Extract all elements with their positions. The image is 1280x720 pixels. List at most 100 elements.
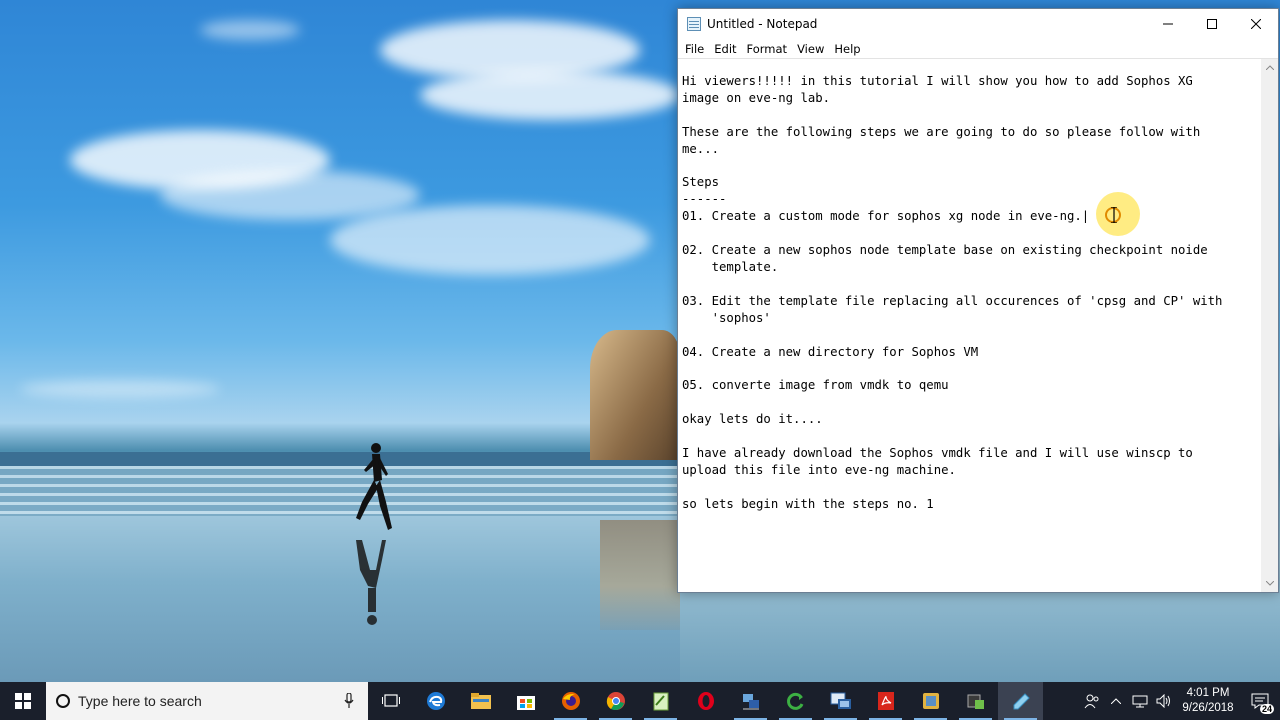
people-icon	[1084, 694, 1099, 709]
refresh-tool-button[interactable]	[773, 682, 818, 720]
notepad-app-icon[interactable]	[687, 17, 701, 31]
menu-file[interactable]: File	[680, 42, 709, 56]
text-line[interactable]: 04. Create a new directory for Sophos VM	[682, 344, 1258, 361]
microphone-icon[interactable]	[344, 693, 354, 709]
firefox-button[interactable]	[548, 682, 593, 720]
app-button[interactable]	[908, 682, 953, 720]
scroll-up-button[interactable]	[1261, 59, 1278, 76]
notepad-button[interactable]	[998, 682, 1043, 720]
system-tray: 4:01 PM 9/26/2018 24	[1080, 682, 1280, 720]
text-line[interactable]	[682, 327, 1258, 344]
scroll-up-icon	[1265, 65, 1274, 70]
text-line[interactable]	[682, 276, 1258, 293]
menu-format[interactable]: Format	[742, 42, 793, 56]
menu-view[interactable]: View	[792, 42, 829, 56]
network-tool-button[interactable]	[728, 682, 773, 720]
network-icon	[1132, 695, 1148, 708]
text-line[interactable]: 05. converte image from vmdk to qemu	[682, 377, 1258, 394]
title-bar[interactable]: Untitled - Notepad	[678, 9, 1278, 39]
network-tool-icon	[742, 694, 759, 710]
text-line[interactable]	[682, 479, 1258, 496]
close-icon	[1251, 19, 1261, 29]
text-line[interactable]: Steps	[682, 174, 1258, 191]
text-line[interactable]	[682, 360, 1258, 377]
scroll-down-button[interactable]	[1261, 575, 1278, 592]
volume-icon	[1156, 694, 1170, 708]
network-button[interactable]	[1128, 682, 1152, 720]
text-line[interactable]: 01. Create a custom mode for sophos xg n…	[682, 208, 1258, 225]
menu-help[interactable]: Help	[829, 42, 865, 56]
text-line[interactable]: image on eve-ng lab.	[682, 90, 1258, 107]
chevron-up-icon	[1111, 698, 1121, 704]
vmware-icon	[830, 692, 851, 709]
close-button[interactable]	[1234, 9, 1278, 39]
vertical-scrollbar[interactable]	[1261, 59, 1278, 592]
text-line[interactable]: so lets begin with the steps no. 1	[682, 496, 1258, 513]
vmware-button[interactable]	[818, 682, 863, 720]
maximize-button[interactable]	[1190, 9, 1234, 39]
windows-app-button[interactable]	[953, 682, 998, 720]
maximize-icon	[1207, 19, 1217, 29]
text-line[interactable]	[682, 225, 1258, 242]
minimize-button[interactable]	[1146, 9, 1190, 39]
edge-icon	[426, 692, 445, 710]
store-button[interactable]	[503, 682, 548, 720]
edge-button[interactable]	[413, 682, 458, 720]
minimize-icon	[1163, 23, 1173, 25]
acrobat-icon	[877, 692, 894, 710]
text-line[interactable]	[682, 158, 1258, 175]
text-line[interactable]: I have already download the Sophos vmdk …	[682, 445, 1258, 462]
start-button[interactable]	[0, 682, 46, 720]
clock-time: 4:01 PM	[1186, 687, 1230, 699]
opera-icon	[697, 692, 714, 710]
clock-date: 9/26/2018	[1182, 702, 1234, 714]
notification-count: 24	[1259, 704, 1274, 714]
firefox-icon	[561, 692, 580, 710]
menu-bar: File Edit Format View Help	[678, 39, 1278, 58]
clock[interactable]: 4:01 PM 9/26/2018	[1176, 686, 1240, 716]
store-icon	[516, 696, 535, 710]
ibeam-cursor-icon	[1111, 207, 1117, 223]
show-hidden-icons-button[interactable]	[1104, 682, 1128, 720]
app-icon	[922, 693, 939, 709]
text-line[interactable]	[682, 428, 1258, 445]
opera-button[interactable]	[683, 682, 728, 720]
text-line[interactable]: Hi viewers!!!!! in this tutorial I will …	[682, 73, 1258, 90]
notepadpp-button[interactable]	[638, 682, 683, 720]
text-line[interactable]: template.	[682, 259, 1258, 276]
text-line[interactable]: 02. Create a new sophos node template ba…	[682, 242, 1258, 259]
refresh-tool-icon	[786, 692, 803, 710]
document-text[interactable]: Hi viewers!!!!! in this tutorial I will …	[682, 73, 1258, 513]
text-line[interactable]: 03. Edit the template file replacing all…	[682, 293, 1258, 310]
text-line[interactable]: 'sophos'	[682, 310, 1258, 327]
notepadpp-icon	[653, 692, 668, 711]
chrome-button[interactable]	[593, 682, 638, 720]
windows-logo-icon	[15, 693, 31, 709]
window-title: Untitled - Notepad	[707, 17, 818, 31]
text-line[interactable]: okay lets do it....	[682, 411, 1258, 428]
search-placeholder: Type here to search	[78, 693, 202, 709]
people-button[interactable]	[1080, 682, 1104, 720]
chrome-icon	[606, 692, 625, 711]
cortana-icon	[56, 694, 70, 708]
volume-button[interactable]	[1152, 682, 1176, 720]
text-line[interactable]	[682, 394, 1258, 411]
acrobat-button[interactable]	[863, 682, 908, 720]
windows-app-icon	[967, 694, 984, 709]
action-center-button[interactable]: 24	[1240, 682, 1280, 720]
text-line[interactable]	[682, 107, 1258, 124]
text-line[interactable]: ------	[682, 191, 1258, 208]
file-explorer-icon	[470, 693, 491, 709]
text-editor[interactable]: Hi viewers!!!!! in this tutorial I will …	[678, 58, 1278, 592]
notepad-icon	[1013, 693, 1030, 710]
task-view-icon	[381, 694, 400, 707]
menu-edit[interactable]: Edit	[709, 42, 741, 56]
text-line[interactable]: upload this file into eve-ng machine.	[682, 462, 1258, 479]
scroll-down-icon	[1265, 581, 1274, 586]
notepad-window: Untitled - Notepad File Edit Format View…	[677, 8, 1279, 593]
task-view-button[interactable]	[368, 682, 413, 720]
text-line[interactable]: These are the following steps we are goi…	[682, 124, 1258, 141]
text-line[interactable]: me...	[682, 141, 1258, 158]
file-explorer-button[interactable]	[458, 682, 503, 720]
search-box[interactable]: Type here to search	[46, 682, 368, 720]
